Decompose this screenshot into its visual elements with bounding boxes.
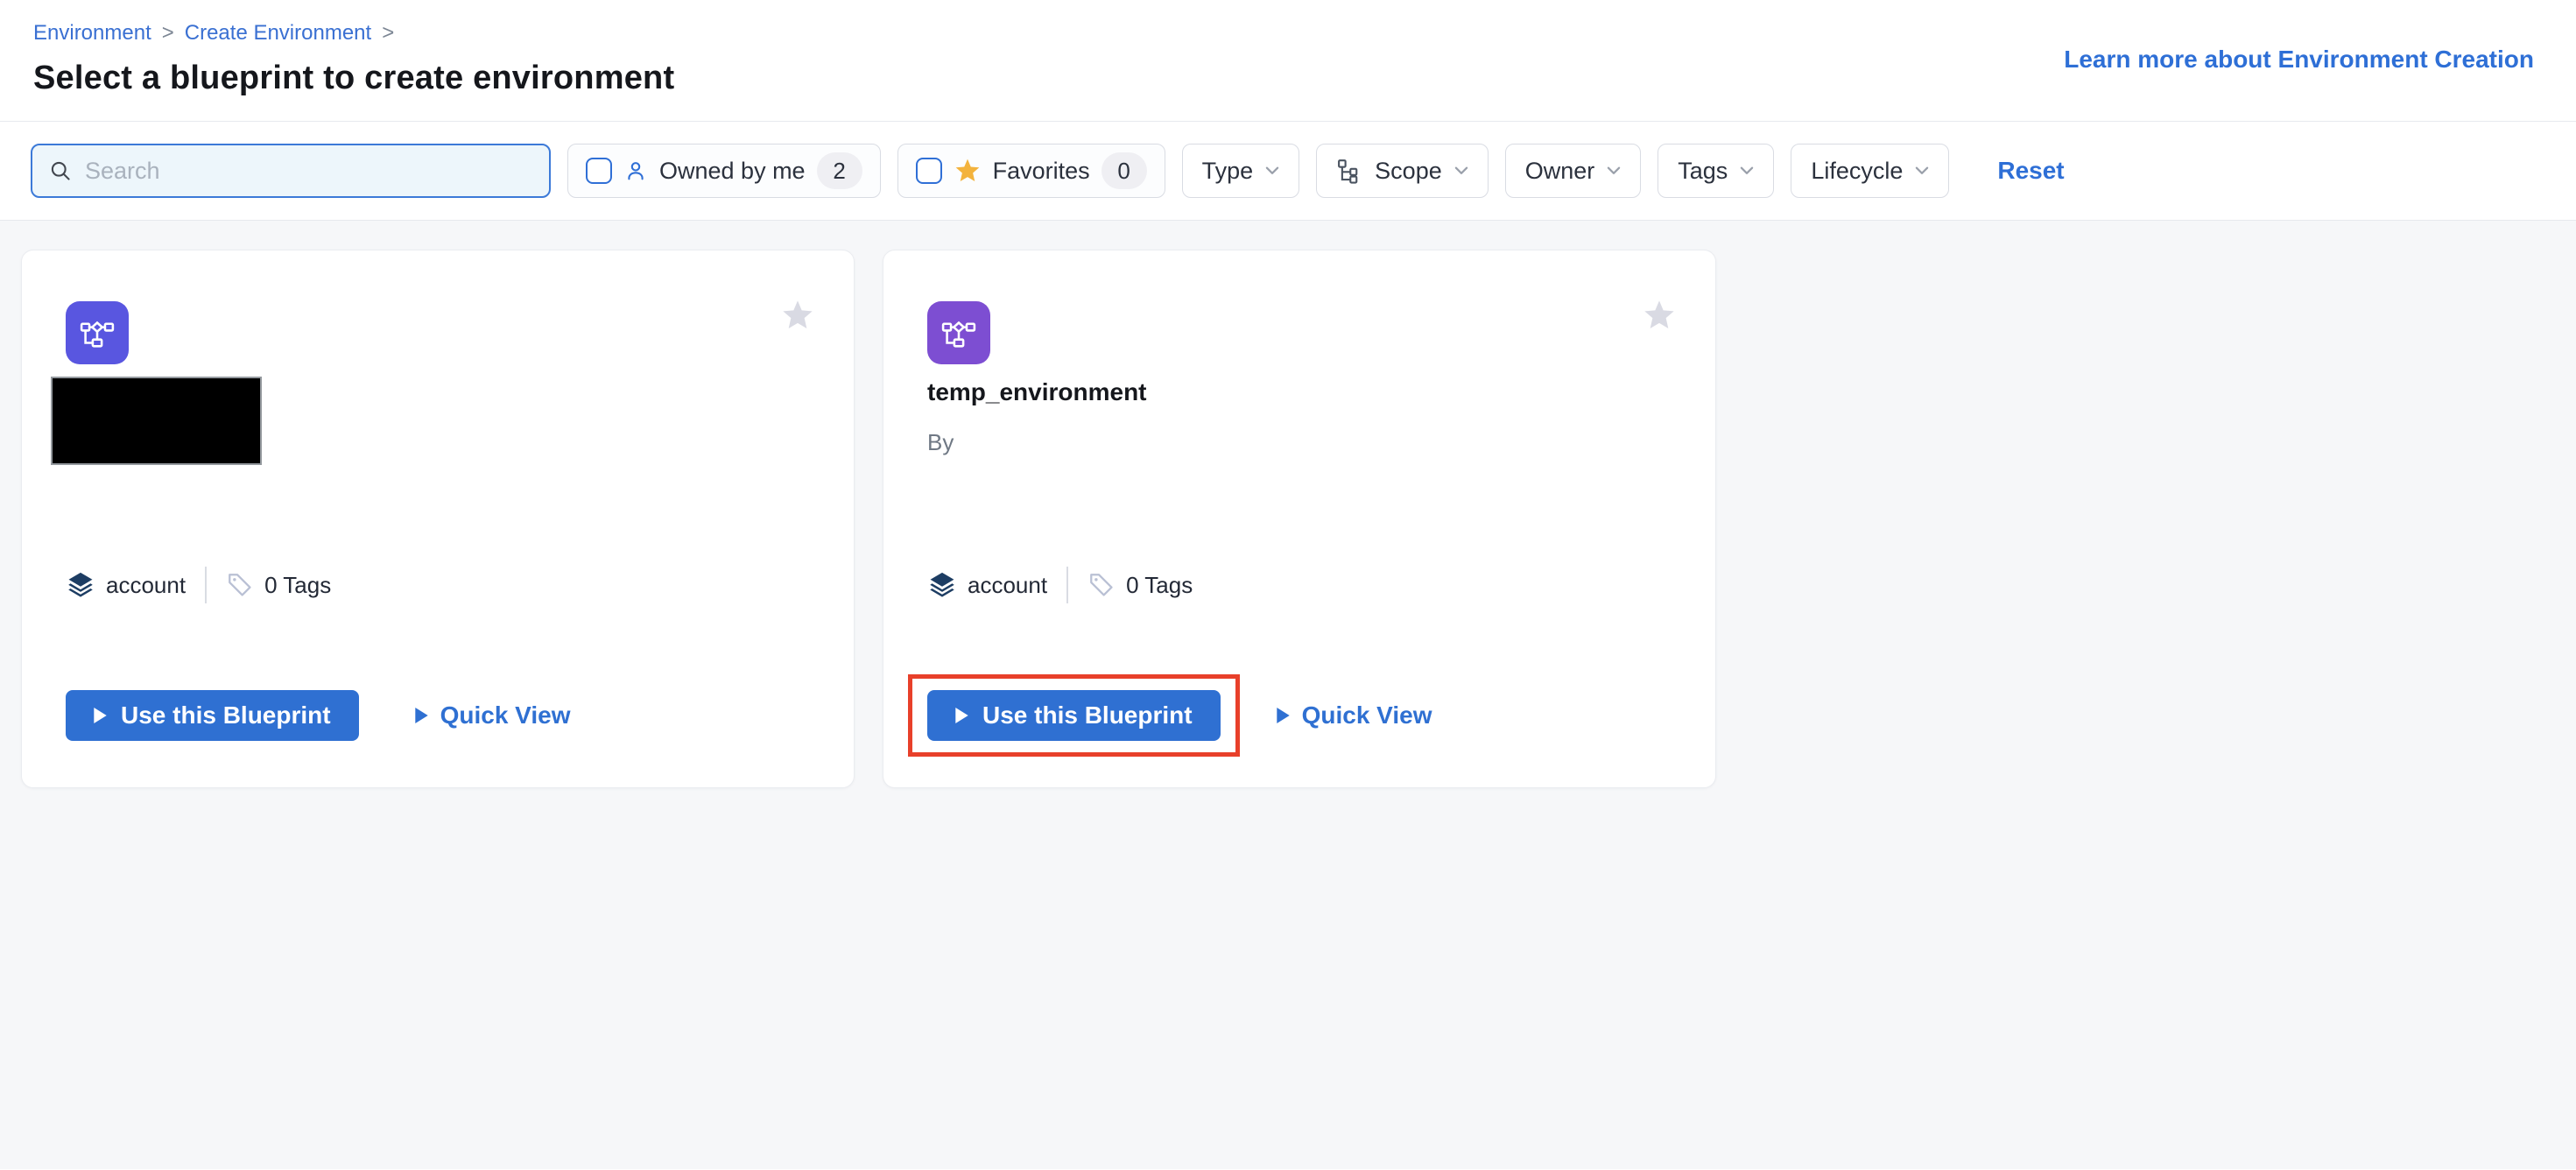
- favorites-label: Favorites: [993, 158, 1090, 185]
- tags-count-label: 0 Tags: [264, 572, 331, 599]
- search-box[interactable]: [31, 144, 551, 198]
- play-icon: [94, 708, 107, 723]
- blueprint-meta: account 0 Tags: [66, 566, 331, 604]
- use-this-blueprint-button[interactable]: Use this Blueprint: [927, 690, 1221, 741]
- blueprint-icon: [66, 301, 129, 364]
- favorites-count: 0: [1101, 152, 1147, 189]
- blueprint-card: account 0 Tags Use this Blueprint: [21, 250, 855, 788]
- chevron-down-icon: [1607, 166, 1621, 175]
- tags-count-label: 0 Tags: [1126, 572, 1193, 599]
- filter-dropdown-type[interactable]: Type: [1182, 144, 1300, 198]
- card-actions: Use this Blueprint Quick View: [66, 690, 570, 741]
- blueprint-card: temp_environment By account 0 Tags: [883, 250, 1716, 788]
- play-icon: [955, 708, 968, 723]
- reset-filters-button[interactable]: Reset: [1997, 157, 2064, 185]
- type-dropdown-label: Type: [1202, 158, 1254, 185]
- chevron-down-icon: [1265, 166, 1279, 175]
- quick-view-link[interactable]: Quick View: [1277, 701, 1432, 729]
- hierarchy-icon: [1336, 158, 1362, 184]
- favorite-star-button[interactable]: [780, 298, 815, 333]
- learn-more-link[interactable]: Learn more about Environment Creation: [2064, 46, 2534, 74]
- filter-dropdown-owner[interactable]: Owner: [1505, 144, 1642, 198]
- filter-dropdown-tags[interactable]: Tags: [1658, 144, 1774, 198]
- owned-by-me-label: Owned by me: [659, 158, 806, 185]
- tag-icon: [226, 571, 254, 599]
- blueprint-meta: account 0 Tags: [927, 566, 1193, 604]
- scope-dropdown-label: Scope: [1375, 158, 1442, 185]
- owned-by-me-checkbox[interactable]: [586, 158, 612, 184]
- breadcrumb-link-create-environment[interactable]: Create Environment: [185, 21, 371, 46]
- layers-icon: [66, 570, 95, 600]
- breadcrumb-separator: >: [162, 21, 174, 46]
- chevron-down-icon: [1915, 166, 1929, 175]
- play-icon: [415, 708, 428, 723]
- meta-divider: [205, 567, 207, 603]
- lifecycle-dropdown-label: Lifecycle: [1811, 158, 1903, 185]
- favorite-star-button[interactable]: [1642, 298, 1677, 333]
- tags-dropdown-label: Tags: [1678, 158, 1728, 185]
- play-icon: [1277, 708, 1290, 723]
- highlight-annotation: Use this Blueprint: [908, 674, 1240, 757]
- breadcrumb-link-environment[interactable]: Environment: [33, 21, 151, 46]
- chevron-down-icon: [1740, 166, 1754, 175]
- space-label: account: [968, 572, 1047, 599]
- blueprint-name: temp_environment: [927, 378, 1147, 406]
- blueprint-author: By: [927, 429, 954, 456]
- filter-favorites[interactable]: Favorites 0: [897, 144, 1165, 198]
- quick-view-link[interactable]: Quick View: [415, 701, 571, 729]
- redacted-blueprint-name: [51, 377, 262, 465]
- favorites-star-icon: [954, 157, 982, 185]
- meta-divider: [1066, 567, 1068, 603]
- filter-bar: Owned by me 2 Favorites 0 Type Scope: [0, 122, 2576, 221]
- person-icon: [623, 159, 648, 183]
- owned-by-me-count: 2: [817, 152, 862, 189]
- tag-icon: [1087, 571, 1116, 599]
- page-header: Environment > Create Environment > Selec…: [0, 0, 2576, 122]
- search-input[interactable]: [85, 158, 533, 185]
- breadcrumb-separator: >: [382, 21, 394, 46]
- layers-icon: [927, 570, 957, 600]
- blueprint-grid: account 0 Tags Use this Blueprint: [0, 221, 2576, 1169]
- chevron-down-icon: [1454, 166, 1468, 175]
- filter-owned-by-me[interactable]: Owned by me 2: [567, 144, 881, 198]
- space-label: account: [106, 572, 186, 599]
- use-this-blueprint-button[interactable]: Use this Blueprint: [66, 690, 359, 741]
- owner-dropdown-label: Owner: [1525, 158, 1595, 185]
- filter-dropdown-lifecycle[interactable]: Lifecycle: [1791, 144, 1949, 198]
- blueprint-icon: [927, 301, 990, 364]
- breadcrumb: Environment > Create Environment >: [33, 21, 2576, 46]
- filter-dropdown-scope[interactable]: Scope: [1316, 144, 1489, 198]
- card-actions: Use this Blueprint Quick View: [927, 690, 1432, 741]
- search-icon: [48, 159, 73, 183]
- favorites-checkbox[interactable]: [916, 158, 942, 184]
